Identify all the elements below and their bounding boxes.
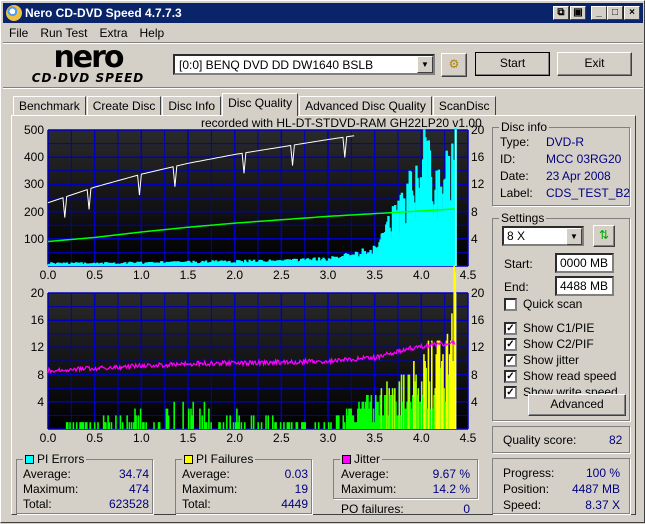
po-failures-label: PO failures: <box>341 502 404 516</box>
speed-value: 8 X <box>507 229 526 243</box>
y2-tick-label: 4 <box>471 394 478 409</box>
pi-failures-total: 4449 <box>281 497 308 511</box>
disc-info-title: Disc info <box>499 120 550 134</box>
x-tick-label: 0.5 <box>86 431 103 445</box>
date-label: Date: <box>500 169 529 183</box>
checkbox-show-c1-pie[interactable]: ✓ Show C1/PIE <box>504 321 594 335</box>
y2-tick-label: 20 <box>471 286 485 300</box>
y2-tick-label: 8 <box>471 367 478 382</box>
x-tick-label: 4.0 <box>412 431 430 445</box>
y-tick-label: 20 <box>30 286 44 300</box>
checkbox-box[interactable]: ✓ <box>504 337 517 351</box>
quality-score-label: Quality score: <box>503 433 577 447</box>
position-label: Position: <box>503 482 550 496</box>
pi-failures-max: 19 <box>294 482 308 496</box>
checkbox-quick-scan[interactable]: Quick scan <box>504 297 582 311</box>
speed-select[interactable]: 8 X ▼ <box>502 226 584 246</box>
pi-errors-max-label: Maximum: <box>23 482 79 496</box>
disc-id: MCC 03RG20 <box>546 152 622 166</box>
position-value: 4487 MB <box>571 482 620 496</box>
y-tick-label: 4 <box>37 394 44 409</box>
y2-tick-label: 16 <box>471 313 485 328</box>
pi-failures-swatch <box>184 454 193 464</box>
advanced-button[interactable]: Advanced <box>528 394 626 416</box>
end-label: End: <box>504 280 529 294</box>
chevron-down-icon[interactable]: ▼ <box>566 228 582 245</box>
pi-errors-total: 623528 <box>108 497 149 511</box>
start-label: Start: <box>504 257 533 271</box>
progress-value: 100 % <box>585 466 620 480</box>
pi-errors-avg-label: Average: <box>23 467 71 481</box>
disc-label: CDS_TEST_B2 <box>546 186 631 200</box>
jitter-avg: 9.67 % <box>432 467 470 481</box>
speed-readout: 8.37 X <box>585 498 620 512</box>
y-tick-label: 12 <box>30 340 44 355</box>
pi-failures-avg: 0.03 <box>284 467 308 481</box>
x-tick-label: 1.5 <box>179 431 197 445</box>
checkbox-show-read-speed[interactable]: ✓ Show read speed <box>504 369 616 383</box>
po-failures-value: 0 <box>463 502 470 516</box>
checkbox-label: Show C2/PIF <box>523 337 594 351</box>
pi-errors-title: PI Errors <box>37 452 85 466</box>
checkbox-box[interactable] <box>504 297 517 311</box>
speed-label: Speed: <box>503 498 542 512</box>
app-window: Nero CD-DVD Speed 4.7.7.3 ⧉ ▣ _ □ × File… <box>0 0 645 523</box>
quality-score-value: 82 <box>609 433 623 447</box>
checkbox-label: Quick scan <box>523 297 583 311</box>
checkbox-box[interactable]: ✓ <box>504 369 517 383</box>
x-tick-label: 1.0 <box>132 431 150 445</box>
checkbox-box[interactable]: ✓ <box>504 385 517 399</box>
checkbox-label: Show jitter <box>523 353 580 367</box>
checkbox-box[interactable]: ✓ <box>504 353 517 367</box>
settings-title: Settings <box>499 211 547 225</box>
refresh-icon: ⇅ <box>598 228 610 242</box>
checkbox-label: Show C1/PIE <box>523 321 595 335</box>
y-tick-label: 8 <box>37 367 44 382</box>
x-tick-label: 4.5 <box>459 431 477 445</box>
x-tick-label: 3.0 <box>319 431 337 445</box>
y-tick-label: 16 <box>30 313 44 328</box>
checkbox-show-jitter[interactable]: ✓ Show jitter <box>504 353 579 367</box>
y2-tick-label: 12 <box>471 340 485 355</box>
x-tick-label: 0.0 <box>39 431 57 445</box>
pi-failures-total-label: Total: <box>182 497 211 511</box>
jitter-max: 14.2 % <box>432 482 470 496</box>
label-label: Label: <box>500 186 533 200</box>
type-label: Type: <box>500 135 530 149</box>
pi-errors-total-label: Total: <box>23 497 52 511</box>
x-tick-label: 2.5 <box>272 431 290 445</box>
pi-errors-max: 474 <box>128 482 149 496</box>
start-field[interactable]: 0000 MB <box>555 253 614 273</box>
jitter-title: Jitter <box>354 452 381 466</box>
progress-label: Progress: <box>503 466 555 480</box>
pi-errors-swatch <box>25 454 34 464</box>
pi-failures-max-label: Maximum: <box>182 482 238 496</box>
end-field[interactable]: 4488 MB <box>555 276 614 296</box>
jitter-avg-label: Average: <box>341 467 389 481</box>
checkbox-box[interactable]: ✓ <box>504 321 517 335</box>
id-label: ID: <box>500 152 516 166</box>
pi-errors-avg: 34.74 <box>118 467 149 481</box>
disc-type: DVD-R <box>546 135 584 149</box>
refresh-button[interactable]: ⇅ <box>593 225 615 247</box>
jitter-swatch <box>342 454 351 464</box>
jitter-max-label: Maximum: <box>341 482 397 496</box>
checkbox-label: Show read speed <box>523 369 617 383</box>
pi-failures-avg-label: Average: <box>182 467 230 481</box>
checkbox-show-c2-pif[interactable]: ✓ Show C2/PIF <box>504 337 594 351</box>
x-tick-label: 3.5 <box>366 431 383 445</box>
tab-disc-quality[interactable]: Disc Quality <box>222 93 299 116</box>
disc-date: 23 Apr 2008 <box>546 169 611 183</box>
x-tick-label: 2.0 <box>226 431 243 445</box>
pi-failures-title: PI Failures <box>196 452 254 466</box>
